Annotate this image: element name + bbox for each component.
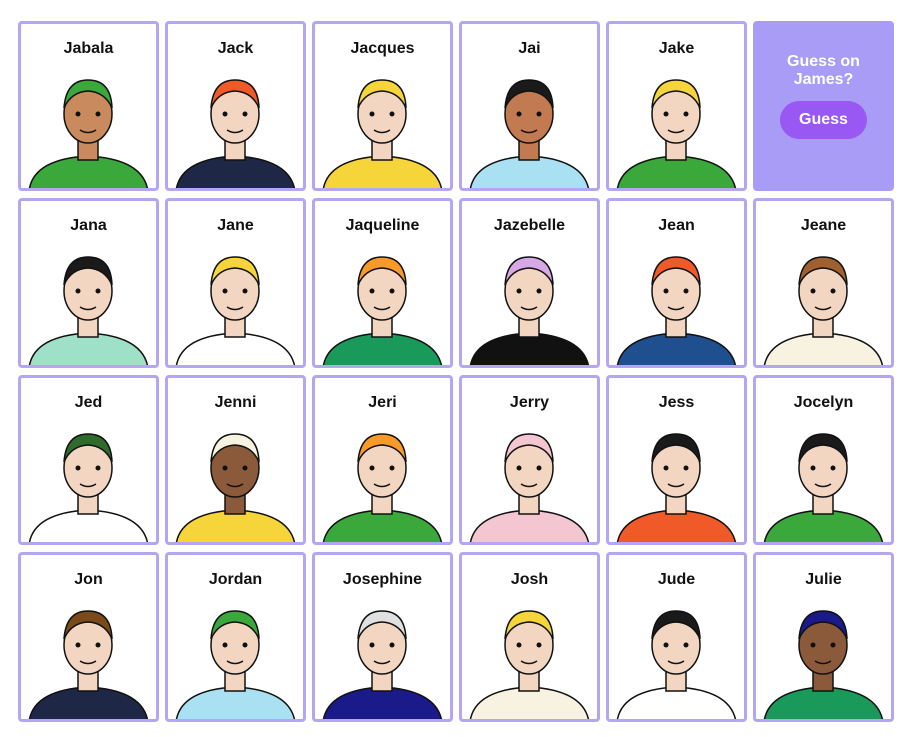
character-card[interactable]: Julie: [753, 552, 894, 722]
josh-avatar: [469, 610, 590, 719]
jean-avatar: [616, 256, 737, 365]
character-card[interactable]: Jess: [606, 375, 747, 545]
character-card[interactable]: Josephine: [312, 552, 453, 722]
character-name: Jean: [658, 217, 695, 234]
jed-avatar: [28, 433, 149, 542]
character-card[interactable]: Jeri: [312, 375, 453, 545]
pirate-avatar: [175, 79, 296, 188]
character-name: Jenni: [214, 394, 257, 411]
jana-avatar: [28, 256, 149, 365]
character-card[interactable]: Jane: [165, 198, 306, 368]
character-card[interactable]: Jordan: [165, 552, 306, 722]
character-card[interactable]: Jabala: [18, 21, 159, 191]
guess-button[interactable]: Guess: [780, 101, 867, 139]
character-card[interactable]: Jai: [459, 21, 600, 191]
character-name: Josh: [510, 571, 549, 588]
character-card[interactable]: Josh: [459, 552, 600, 722]
jerry-avatar: [469, 433, 590, 542]
character-card[interactable]: Jake: [606, 21, 747, 191]
character-name: Jake: [658, 40, 695, 57]
character-name: Jazebelle: [493, 217, 566, 234]
fisherman-avatar: [322, 79, 443, 188]
character-card[interactable]: Jeane: [753, 198, 894, 368]
character-card[interactable]: Jaqueline: [312, 198, 453, 368]
character-name: Jerry: [509, 394, 550, 411]
hijab-sunglasses-avatar: [28, 79, 149, 188]
character-name: Jed: [74, 394, 103, 411]
character-name: Jude: [657, 571, 696, 588]
character-name: Jeane: [800, 217, 847, 234]
jess-avatar: [616, 433, 737, 542]
character-card[interactable]: Jude: [606, 552, 747, 722]
josephine-avatar: [322, 610, 443, 719]
character-card[interactable]: Jack: [165, 21, 306, 191]
character-name: Julie: [805, 571, 842, 588]
character-name: Jordan: [208, 571, 263, 588]
jake-avatar: [616, 79, 737, 188]
character-name: Jaqueline: [345, 217, 420, 234]
character-name: Jana: [70, 217, 107, 234]
guess-prompt: Guess on James?: [787, 53, 860, 88]
character-name: Jess: [658, 394, 695, 411]
guess-panel: Guess on James? Guess: [753, 21, 894, 191]
jenni-avatar: [175, 433, 296, 542]
character-card[interactable]: Jenni: [165, 375, 306, 545]
character-name: Jon: [74, 571, 103, 588]
character-card[interactable]: Jed: [18, 375, 159, 545]
character-name: Jack: [217, 40, 254, 57]
character-card[interactable]: Jacques: [312, 21, 453, 191]
character-grid: Jabala Jack Jacques Jai Jake Guess on James? G…: [18, 21, 894, 722]
jaqueline-avatar: [322, 256, 443, 365]
character-card[interactable]: Jon: [18, 552, 159, 722]
character-name: Josephine: [342, 571, 423, 588]
jazebelle-avatar: [469, 256, 590, 365]
character-card[interactable]: Jazebelle: [459, 198, 600, 368]
jai-avatar: [469, 79, 590, 188]
jane-avatar: [175, 256, 296, 365]
jocelyn-avatar: [763, 433, 884, 542]
character-card[interactable]: Jean: [606, 198, 747, 368]
character-name: Jocelyn: [793, 394, 854, 411]
jon-avatar: [28, 610, 149, 719]
character-name: Jabala: [63, 40, 114, 57]
jude-avatar: [616, 610, 737, 719]
character-card[interactable]: Jana: [18, 198, 159, 368]
character-name: Jane: [217, 217, 254, 234]
character-name: Jacques: [350, 40, 415, 57]
character-card[interactable]: Jocelyn: [753, 375, 894, 545]
jeane-avatar: [763, 256, 884, 365]
character-name: Jeri: [368, 394, 397, 411]
character-card[interactable]: Jerry: [459, 375, 600, 545]
julie-avatar: [763, 610, 884, 719]
character-name: Jai: [518, 40, 541, 57]
jeri-avatar: [322, 433, 443, 542]
jordan-avatar: [175, 610, 296, 719]
